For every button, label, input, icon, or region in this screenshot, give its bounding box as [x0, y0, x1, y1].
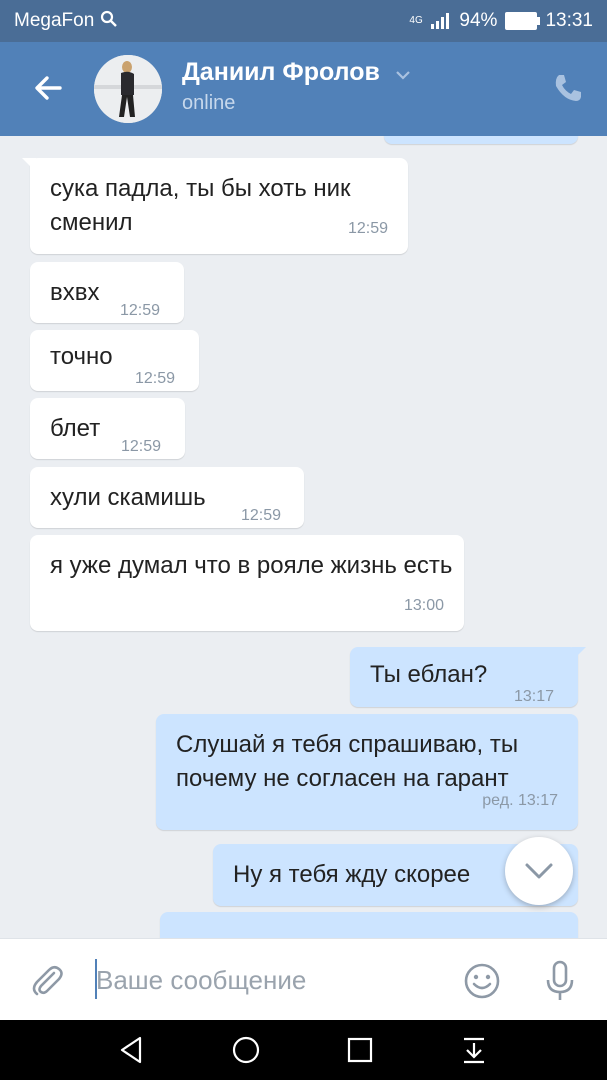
message-text: блет — [50, 415, 101, 442]
message-time: ред. 13:17 — [482, 792, 558, 809]
message-bubble-partial — [160, 912, 578, 938]
message-bubble[interactable]: вхвх 12:59 — [30, 262, 184, 323]
clock: 13:31 — [545, 10, 593, 31]
nav-notifications-icon[interactable] — [458, 1034, 490, 1066]
message-text: я уже думал что в рояле жизнь есть — [50, 552, 453, 579]
message-text: точно — [50, 343, 113, 370]
search-icon — [100, 10, 117, 27]
avatar-photo — [94, 55, 162, 123]
message-text: Ну я тебя жду скорее — [233, 861, 471, 888]
system-nav-bar — [0, 1020, 607, 1080]
chat-header: Даниил Фролов online — [0, 42, 607, 136]
message-text: Ты еблан? — [370, 661, 488, 688]
microphone-icon[interactable] — [540, 959, 580, 1003]
message-list[interactable]: сука падла, ты бы хоть ник сменил 12:59 … — [0, 136, 607, 938]
carrier-label: MegaFon — [14, 10, 95, 31]
nav-back-icon[interactable] — [116, 1034, 148, 1066]
contact-name-label: Даниил Фролов — [182, 58, 380, 86]
message-input[interactable] — [94, 959, 448, 1001]
text-caret — [95, 959, 97, 999]
message-bubble[interactable]: хули скамишь 12:59 — [30, 467, 304, 528]
battery-percent: 94% — [459, 10, 498, 31]
message-time: 12:59 — [347, 220, 388, 237]
message-time: 13:17 — [514, 688, 555, 705]
chevron-down-icon — [525, 863, 553, 879]
message-time: 12:59 — [120, 302, 161, 319]
contact-name[interactable]: Даниил Фролов — [182, 58, 411, 87]
message-time: 12:59 — [135, 370, 176, 387]
message-time: 12:59 — [121, 438, 162, 455]
message-bubble[interactable]: Слушай я тебя спрашиваю, ты почему не со… — [156, 714, 578, 830]
avatar[interactable] — [94, 55, 162, 123]
battery-icon — [505, 12, 541, 30]
message-bubble[interactable]: я уже думал что в рояле жизнь есть 13:00 — [30, 535, 464, 631]
message-time: 13:00 — [403, 597, 444, 614]
message-text: вхвх — [50, 279, 100, 306]
scroll-to-bottom-button[interactable] — [505, 837, 573, 905]
bubble-tail — [22, 158, 36, 172]
message-bubble[interactable]: Ты еблан? 13:17 — [350, 647, 586, 707]
carrier-name: MegaFon — [14, 10, 118, 32]
nav-recents-icon[interactable] — [344, 1034, 376, 1066]
message-bubble[interactable]: точно 12:59 — [30, 330, 199, 391]
phone-icon[interactable] — [552, 72, 584, 104]
message-text: хули скамишь — [50, 484, 206, 511]
paperclip-icon[interactable] — [28, 961, 66, 999]
message-bubble[interactable]: блет 12:59 — [30, 398, 185, 459]
smile-icon[interactable] — [462, 961, 502, 1001]
back-arrow-icon[interactable] — [30, 70, 66, 106]
nav-home-icon[interactable] — [230, 1034, 262, 1066]
message-composer — [0, 938, 607, 1021]
message-bubble-partial — [384, 136, 578, 144]
signal-icon — [431, 13, 450, 29]
chevron-down-icon — [396, 71, 410, 80]
bubble-tail — [572, 647, 586, 661]
message-bubble[interactable]: сука падла, ты бы хоть ник сменил 12:59 — [22, 158, 408, 254]
message-time: 12:59 — [241, 507, 282, 524]
status-bar: MegaFon 4G 94% 13:31 — [0, 0, 607, 42]
network-type: 4G — [409, 15, 423, 26]
presence-status: online — [182, 92, 236, 114]
